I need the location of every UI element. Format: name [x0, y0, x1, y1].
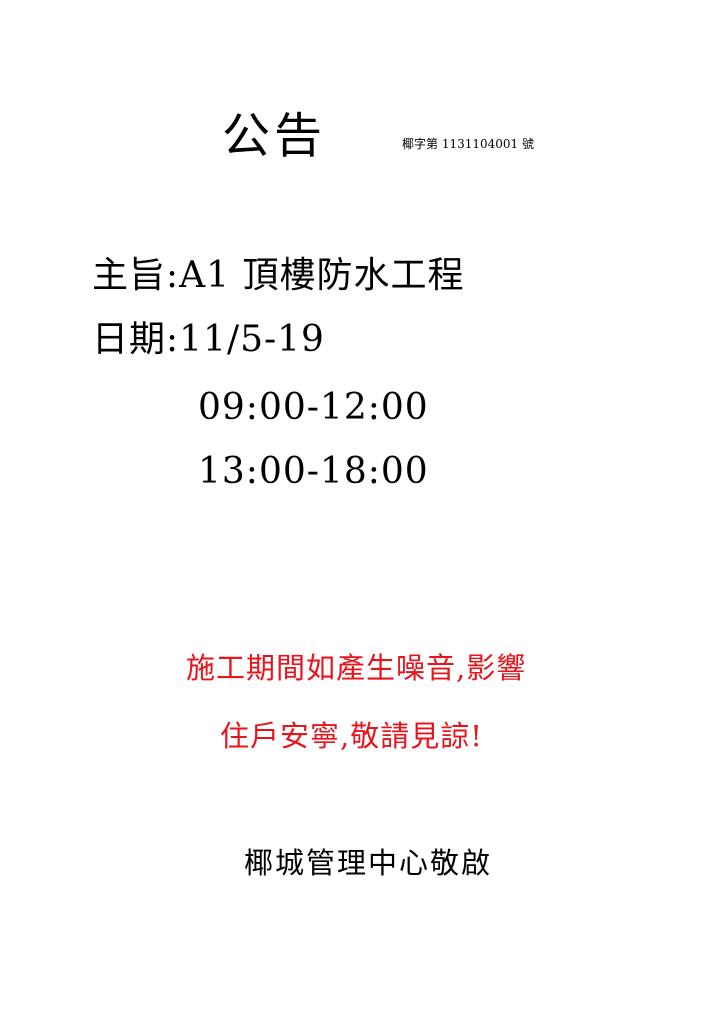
apology-line: 施工期間如產生噪音,影響: [186, 651, 527, 685]
time-range-afternoon: 13:00-18:00: [198, 451, 429, 492]
date-line: 日期:11/5-19: [92, 319, 325, 360]
reference-number: 椰字第 1131104001 號: [402, 137, 534, 151]
time-range-morning: 09:00-12:00: [198, 387, 429, 428]
apology-line: 住戶安寧,敬請見諒!: [220, 719, 483, 753]
signature: 椰城管理中心敬啟: [244, 846, 493, 880]
notice-title: 公告: [222, 108, 327, 164]
subject-line: 主旨:A1 頂樓防水工程: [92, 255, 465, 296]
